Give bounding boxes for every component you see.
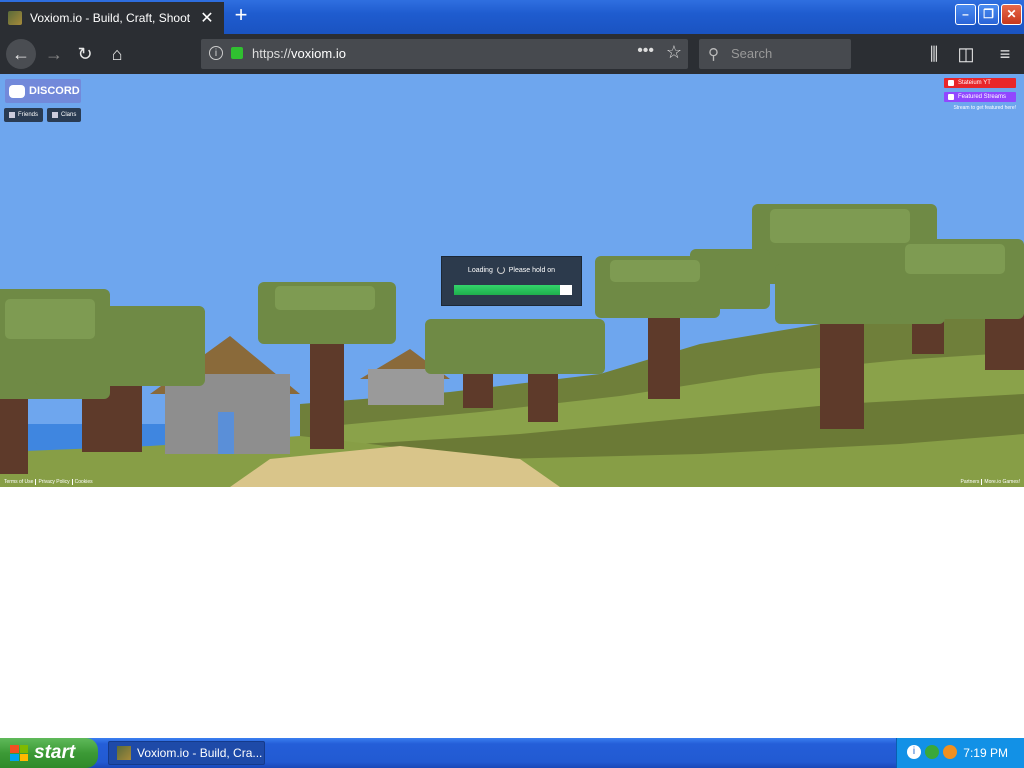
system-tray: i 7:19 PM <box>896 738 1024 768</box>
reload-icon[interactable]: ↻ <box>73 42 97 66</box>
forward-icon[interactable]: → <box>42 42 66 66</box>
search-placeholder: Search <box>731 46 773 61</box>
browser-tab[interactable]: Voxiom.io - Build, Craft, Shoot ✕ <box>0 2 224 34</box>
sidebar-icon[interactable]: ◫ <box>954 42 978 66</box>
restore-button[interactable]: ❐ <box>978 4 999 25</box>
windows-taskbar: start Voxiom.io - Build, Cra... i 7:19 P… <box>0 738 1024 768</box>
twitch-icon <box>948 94 954 100</box>
featured-streams-label: Featured Streams <box>958 94 1007 100</box>
streamer-yt-label: Stateium YT <box>958 80 991 86</box>
discord-button[interactable]: DISCORD <box>5 79 81 103</box>
start-label: start <box>34 742 76 763</box>
loading-dialog: Loading Please hold on <box>441 256 582 306</box>
taskbar-item-browser[interactable]: Voxiom.io - Build, Cra... <box>108 741 265 765</box>
library-icon[interactable]: ⫼ <box>922 42 946 66</box>
favicon-icon <box>8 11 22 25</box>
browser-titlebar: Voxiom.io - Build, Craft, Shoot ✕ + – ❐ … <box>0 0 1024 34</box>
info-tray-icon[interactable]: i <box>907 745 921 759</box>
privacy-link[interactable]: Privacy Policy <box>36 479 73 485</box>
clans-icon <box>52 112 58 118</box>
info-icon[interactable]: i <box>209 46 223 60</box>
minimize-button[interactable]: – <box>955 4 976 25</box>
menu-icon[interactable]: ≡ <box>993 42 1017 66</box>
search-icon: ⚲ <box>708 46 719 63</box>
clans-button[interactable]: Clans <box>47 108 82 122</box>
tab-title: Voxiom.io - Build, Craft, Shoot <box>30 11 191 25</box>
windows-logo-icon <box>10 745 28 761</box>
partners-link[interactable]: Partners <box>958 479 983 485</box>
bookmark-star-icon[interactable]: ☆ <box>666 42 682 63</box>
friends-button[interactable]: Friends <box>4 108 44 122</box>
close-tab-icon[interactable]: ✕ <box>198 8 216 28</box>
game-canvas[interactable]: DISCORD Friends Clans Stateium YT Featur… <box>0 74 1024 487</box>
start-button[interactable]: start <box>0 738 98 768</box>
new-tab-button[interactable]: + <box>230 4 252 27</box>
loading-progress-bar <box>454 285 572 295</box>
page-actions-icon[interactable]: ••• <box>637 42 654 60</box>
cookies-link[interactable]: Cookies <box>73 479 95 485</box>
search-input[interactable]: ⚲ Search <box>699 39 851 69</box>
clans-label: Clans <box>61 112 77 118</box>
close-window-button[interactable]: ✕ <box>1001 4 1022 25</box>
footer-right-links: Partners More.io Games! <box>958 479 1022 485</box>
friends-label: Friends <box>18 112 39 118</box>
home-icon[interactable]: ⌂ <box>105 42 129 66</box>
browser-toolbar: ← → ↻ ⌂ i https://voxiom.io ••• ☆ ⚲ Sear… <box>0 34 1024 74</box>
streamer-note[interactable]: Stream to get featured here! <box>953 105 1016 111</box>
footer-left-links: Terms of Use Privacy Policy Cookies <box>2 479 95 485</box>
friends-icon <box>9 112 15 118</box>
network-tray-icon[interactable] <box>925 745 939 759</box>
window-controls: – ❐ ✕ <box>955 4 1022 25</box>
lock-icon[interactable] <box>231 47 243 59</box>
loading-text: Loading Please hold on <box>467 266 556 274</box>
url-text[interactable]: https://voxiom.io <box>252 46 346 61</box>
discord-label: DISCORD <box>29 85 80 97</box>
taskbar-app-icon <box>117 746 131 760</box>
search-tray-icon[interactable] <box>943 745 957 759</box>
loading-progress-fill <box>454 285 561 295</box>
address-bar[interactable]: i https://voxiom.io ••• ☆ <box>201 39 688 69</box>
more-games-link[interactable]: More.io Games! <box>982 479 1022 485</box>
clock: 7:19 PM <box>963 746 1008 760</box>
featured-streams-link[interactable]: Featured Streams <box>944 92 1016 102</box>
youtube-icon <box>948 80 954 86</box>
streamer-yt-link[interactable]: Stateium YT <box>944 78 1016 88</box>
taskbar-item-label: Voxiom.io - Build, Cra... <box>137 746 263 760</box>
terms-link[interactable]: Terms of Use <box>2 479 37 485</box>
back-icon[interactable]: ← <box>6 39 36 69</box>
discord-icon <box>9 84 25 98</box>
spinner-icon <box>496 266 505 274</box>
